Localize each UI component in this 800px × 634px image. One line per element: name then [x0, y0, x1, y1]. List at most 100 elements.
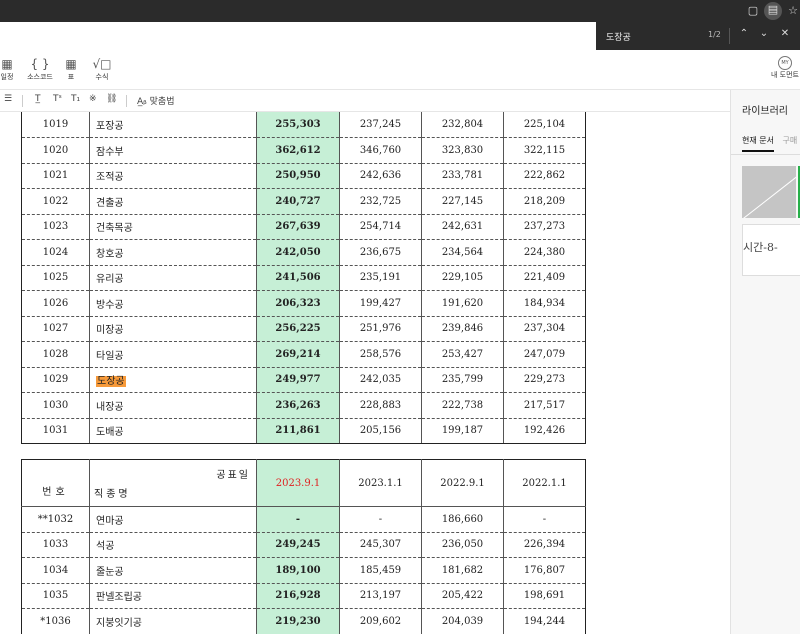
formula-button[interactable]: √□ 수식 [92, 56, 112, 82]
header-date-2: 2023.1.1 [339, 459, 422, 507]
row-value-2023-9: 240,727 [256, 188, 340, 215]
find-count: 1/2 [708, 30, 721, 39]
table-header-row: 번호 공표일 직종명 2023.9.1 2023.1.1 2022.9.1 20… [21, 459, 586, 507]
row-value-2022-1: 194,244 [503, 608, 586, 634]
table-button[interactable]: ▦ 표 [62, 56, 80, 82]
row-value-2022-9: 233,781 [421, 163, 504, 189]
row-value-2022-1: 225,104 [503, 112, 586, 138]
row-value-2023-1: 258,576 [339, 341, 422, 368]
table-row: 1034 줄눈공 189,100 185,459 181,682 176,807 [21, 557, 586, 584]
row-value-2023-1: 346,760 [339, 137, 422, 164]
row-number: 1019 [21, 112, 90, 138]
row-number: 1022 [21, 188, 90, 215]
row-occupation: 연마공 [89, 506, 257, 533]
row-value-2022-1: 184,934 [503, 290, 586, 317]
row-value-2023-1: 245,307 [339, 532, 422, 558]
close-icon[interactable]: ✕ [778, 28, 792, 39]
wage-table-2: 번호 공표일 직종명 2023.9.1 2023.1.1 2022.9.1 20… [21, 459, 586, 634]
list-icon[interactable]: ☰ [4, 94, 12, 104]
row-value-2023-9: 255,303 [256, 112, 340, 138]
row-occupation: 건축목공 [89, 214, 257, 240]
chevron-down-icon[interactable]: ⌄ [757, 28, 771, 39]
row-occupation: 조적공 [89, 163, 257, 189]
row-value-2022-1: 192,426 [503, 418, 586, 444]
superscript-icon[interactable]: Tˢ [53, 94, 62, 104]
document-canvas[interactable]: 1019 포장공 255,303 237,245 232,804 225,104 1020 잠… [0, 112, 730, 634]
divider [126, 95, 127, 107]
row-occupation: 창호공 [89, 239, 257, 266]
row-occupation: 석공 [89, 532, 257, 558]
row-value-2023-9: 242,050 [256, 239, 340, 266]
table-row: 1033 석공 249,245 245,307 236,050 226,394 [21, 532, 586, 558]
tab-current-document[interactable]: 현재 문서 [742, 136, 774, 152]
row-number: 1031 [21, 418, 90, 444]
row-value-2023-9: - [256, 506, 340, 533]
tab-purchase[interactable]: 구매 [783, 136, 798, 145]
table-icon: ▦ [65, 57, 77, 71]
row-value-2022-9: 235,799 [421, 367, 504, 393]
subscript-icon[interactable]: T₁ [71, 94, 80, 104]
row-value-2023-1: 236,675 [339, 239, 422, 266]
library-thumbnail[interactable] [742, 166, 796, 218]
row-value-2023-9: 216,928 [256, 583, 340, 609]
row-value-2023-9: 269,214 [256, 341, 340, 368]
row-number: 1030 [21, 392, 90, 419]
tab-divider [731, 154, 800, 155]
strikethrough-icon[interactable]: T̲ [35, 94, 41, 104]
window-top-bar: ▢ ▤ ☆ [0, 0, 800, 22]
row-value-2022-9: 205,422 [421, 583, 504, 609]
header-date-label: 공표일 [216, 470, 250, 481]
row-value-2022-9: 242,631 [421, 214, 504, 240]
row-occupation: 포장공 [89, 112, 257, 138]
find-query[interactable]: 도장공 [606, 30, 631, 43]
row-occupation: 잠수부 [89, 137, 257, 164]
row-value-2023-1: 251,976 [339, 316, 422, 342]
library-panel: 라이브러리 현재 문서 구매 시간-8- [730, 90, 800, 634]
row-number: 1020 [21, 137, 90, 164]
row-value-2023-9: 241,506 [256, 265, 340, 291]
divider [22, 95, 23, 107]
row-occupation: 도배공 [89, 418, 257, 444]
row-value-2022-9: 204,039 [421, 608, 504, 634]
row-value-2023-1: 242,035 [339, 367, 422, 393]
insert-toolbar: ▦ 일정 { } 소스코드 ▦ 표 √□ 수식 MY 내 도먼트 [0, 52, 800, 90]
row-occupation: 도장공 [89, 367, 257, 393]
spellcheck-button[interactable]: A̲ᵦ 맞춤법 [137, 94, 175, 107]
row-number: 1028 [21, 341, 90, 368]
my-document-button[interactable]: MY 내 도먼트 [768, 56, 800, 80]
special-char-icon[interactable]: ※ [89, 94, 97, 104]
header-date-1: 2023.9.1 [256, 459, 340, 507]
document-icon[interactable]: ▤ [764, 2, 782, 20]
library-text-thumbnail[interactable]: 시간-8- [742, 224, 800, 276]
row-value-2022-1: - [503, 506, 586, 533]
row-occupation: 방수공 [89, 290, 257, 317]
row-value-2022-9: 222,738 [421, 392, 504, 419]
row-value-2023-9: 249,245 [256, 532, 340, 558]
link-icon[interactable]: ⛓ [106, 94, 117, 104]
source-code-button[interactable]: { } 소스코드 [26, 56, 54, 82]
row-value-2023-9: 250,950 [256, 163, 340, 189]
row-value-2022-9: 234,564 [421, 239, 504, 266]
row-value-2023-1: 228,883 [339, 392, 422, 419]
row-value-2023-9: 189,100 [256, 557, 340, 584]
table-row: 1029 도장공 249,977 242,035 235,799 229,273 [21, 367, 586, 393]
row-number: 1026 [21, 290, 90, 317]
row-value-2022-1: 247,079 [503, 341, 586, 368]
row-value-2023-1: 185,459 [339, 557, 422, 584]
row-number: 1024 [21, 239, 90, 266]
row-value-2022-1: 198,691 [503, 583, 586, 609]
my-document-icon: MY [778, 56, 792, 70]
header-occupation: 공표일 직종명 [89, 459, 257, 507]
header-job-label: 직종명 [94, 489, 131, 500]
row-value-2022-1: 229,273 [503, 367, 586, 393]
header-date-3: 2022.9.1 [421, 459, 504, 507]
star-icon[interactable]: ☆ [785, 3, 800, 19]
window-icon[interactable]: ▢ [745, 3, 761, 19]
row-number: *1036 [21, 608, 90, 634]
schedule-button[interactable]: ▦ 일정 [0, 56, 18, 82]
format-toolbar: ☰ T̲ Tˢ T₁ ※ ⛓ A̲ᵦ 맞춤법 [0, 90, 730, 112]
calendar-icon: ▦ [1, 57, 13, 71]
find-bar: 도장공 1/2 ⌃ ⌄ ✕ [596, 22, 800, 50]
chevron-up-icon[interactable]: ⌃ [737, 28, 751, 39]
header-date-4: 2022.1.1 [503, 459, 586, 507]
